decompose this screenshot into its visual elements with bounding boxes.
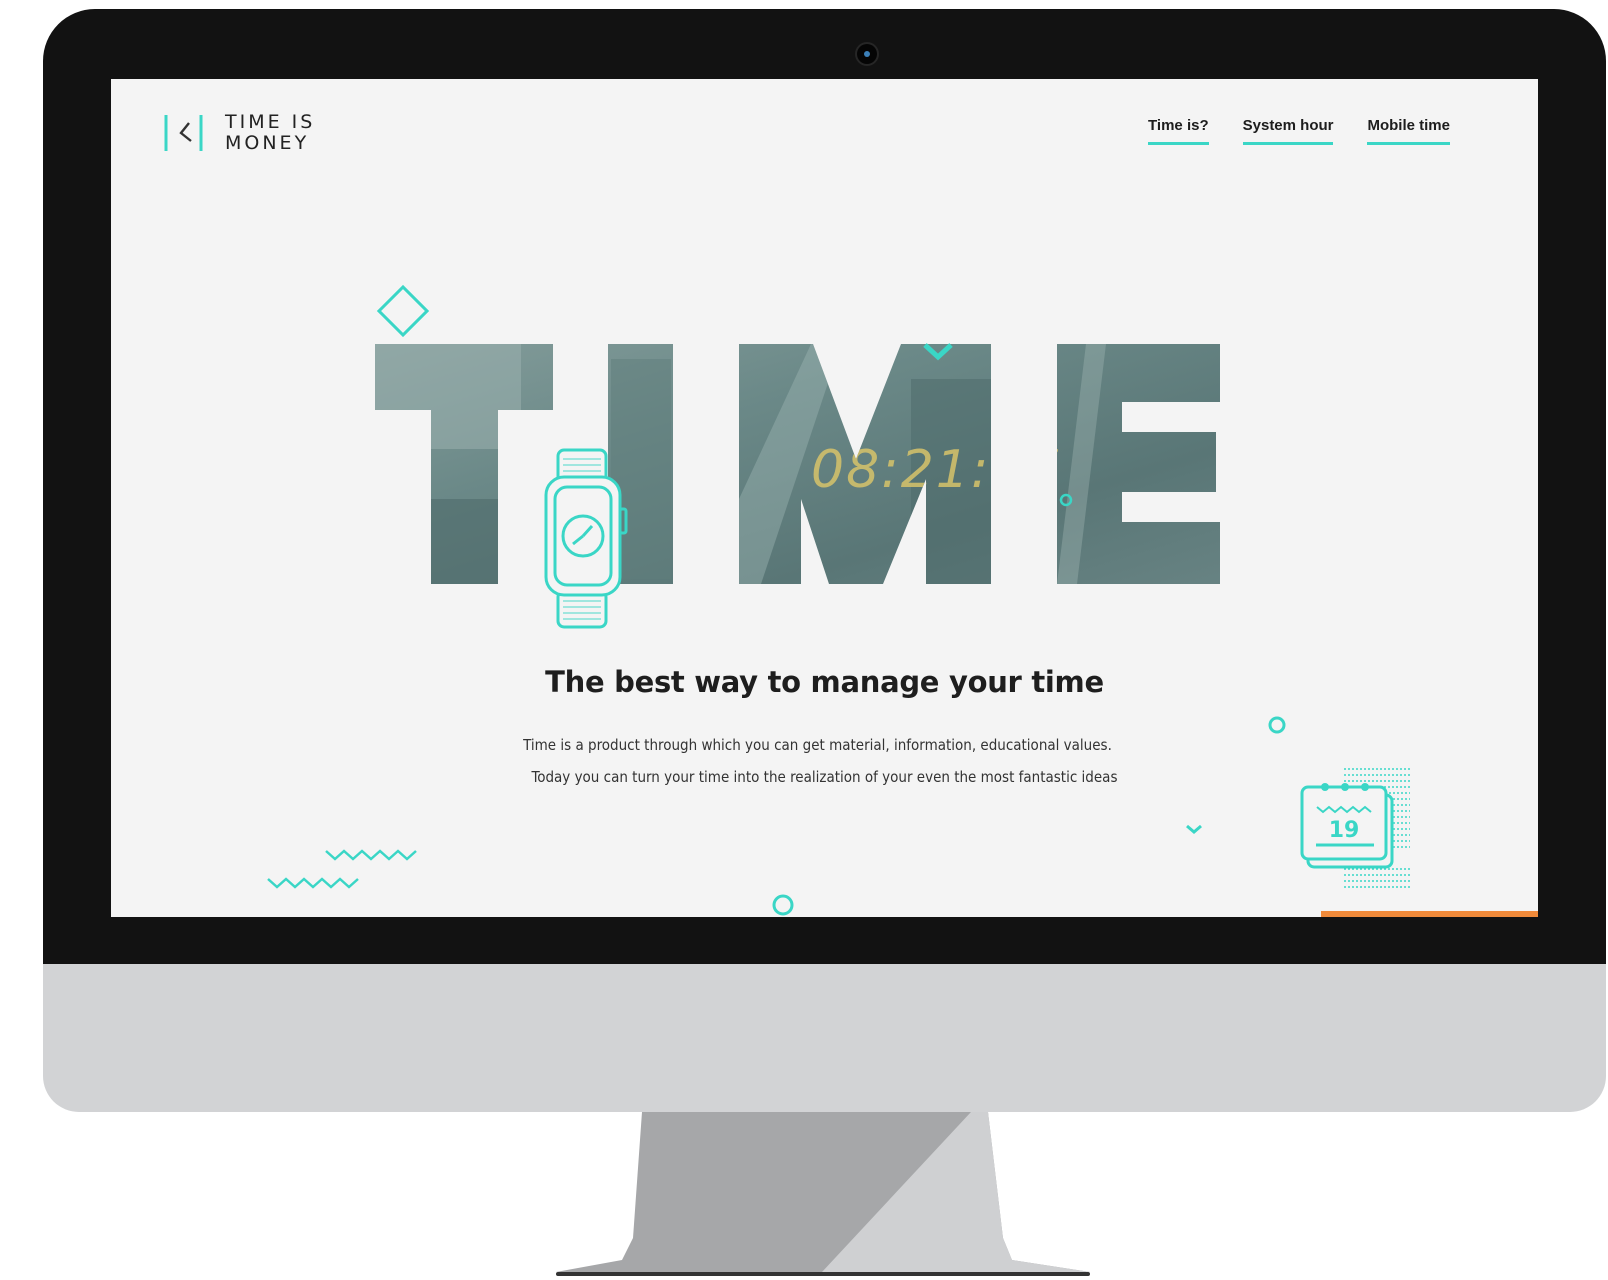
circle-outline-icon: [1268, 716, 1286, 734]
svg-text:08:21:57: 08:21:57: [811, 440, 1061, 500]
screen: TIME IS MONEY Time is? System hour Mobil…: [111, 79, 1538, 917]
hero-headline: The best way to manage your time: [545, 665, 1104, 699]
diamond-icon: [376, 284, 430, 338]
chevron-down-icon: [1186, 824, 1202, 834]
zigzag-icon: [325, 849, 417, 861]
hero-description-line-2: Today you can turn your time into the re…: [531, 768, 1118, 786]
zigzag-icon: [267, 877, 359, 889]
hero-graphic: 08:21:57 19: [267, 284, 1538, 917]
circle-outline-icon: [772, 894, 794, 916]
hero-description-line-1: Time is a product through which you can …: [523, 736, 1112, 754]
hero-big-word: 08:21:57: [375, 344, 1220, 584]
orange-bar: [1321, 911, 1538, 917]
calendar-day: 19: [1329, 818, 1360, 843]
